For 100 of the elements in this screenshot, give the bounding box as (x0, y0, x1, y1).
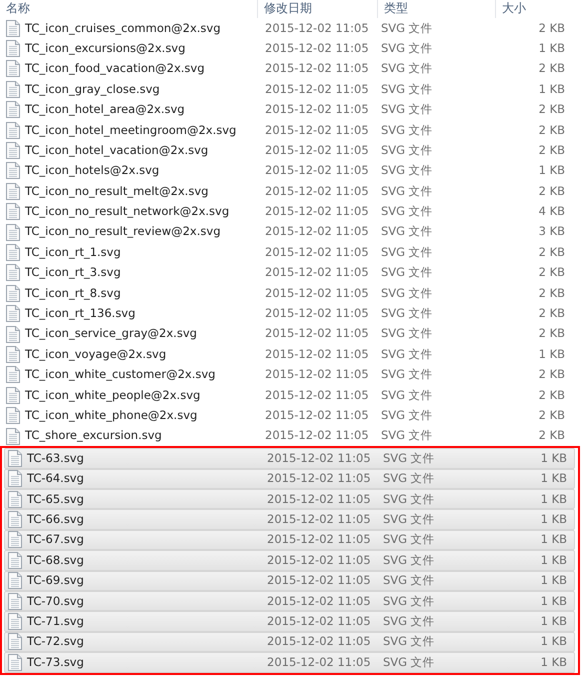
file-type: SVG 文件 (381, 406, 434, 424)
type-column-header[interactable]: 类型 (378, 0, 496, 18)
size-column-header[interactable]: 大小 (496, 0, 568, 18)
date-column-header[interactable]: 修改日期 (258, 0, 378, 18)
file-row[interactable]: TC_icon_no_result_network@2x.svg 2015-12-02 11:05 SVG 文件 4 KB (2, 202, 578, 222)
file-type: SVG 文件 (381, 142, 434, 159)
file-row[interactable]: TC_icon_hotel_vacation@2x.svg 2015-12-02 11:05 SVG 文件 2 KB (2, 140, 578, 161)
file-name: TC_icon_service_gray@2x.svg (25, 325, 197, 342)
file-row[interactable]: TC_icon_hotel_meetingroom@2x.svg 2015-12-02 11:05 SVG 文件 2 KB (2, 120, 578, 140)
file-type: SVG 文件 (383, 572, 436, 590)
file-type: SVG 文件 (381, 80, 434, 98)
file-size: 1 KB (538, 80, 566, 98)
file-type: SVG 文件 (383, 470, 436, 488)
file-row[interactable]: TC-67.svg 2015-12-02 11:05 SVG 文件 1 KB (4, 530, 575, 550)
file-name: TC_icon_white_phone@2x.svg (25, 406, 198, 424)
file-size: 1 KB (540, 552, 568, 569)
file-row[interactable]: TC-73.svg 2015-12-02 11:05 SVG 文件 1 KB (4, 652, 575, 672)
document-icon (8, 613, 22, 630)
file-row[interactable]: TC-65.svg 2015-12-02 11:05 SVG 文件 1 KB (4, 488, 575, 510)
file-row[interactable]: TC-64.svg 2015-12-02 11:05 SVG 文件 1 KB (4, 468, 575, 489)
modified-date: 2015-12-02 11:05 (266, 633, 372, 650)
file-row[interactable]: TC_icon_service_gray@2x.svg 2015-12-02 11:05 SVG 文件 2 KB (2, 324, 578, 344)
file-row[interactable]: TC_icon_rt_136.svg 2015-12-02 11:05 SVG 文件 2 KB (2, 303, 578, 324)
file-type: SVG 文件 (383, 654, 436, 671)
file-size: 1 KB (540, 490, 568, 508)
file-row[interactable]: TC_icon_white_phone@2x.svg 2015-12-02 11:05 SVG 文件 2 KB (2, 405, 578, 426)
file-type: SVG 文件 (381, 325, 434, 342)
file-row[interactable]: TC_icon_food_vacation@2x.svg 2015-12-02 11:05 SVG 文件 2 KB (2, 58, 578, 80)
file-row[interactable]: TC_icon_no_result_melt@2x.svg 2015-12-02 11:05 SVG 文件 2 KB (2, 181, 578, 202)
name-column-header[interactable]: 名称 (0, 0, 258, 18)
file-type: SVG 文件 (381, 40, 434, 57)
file-name: TC-64.svg (27, 470, 84, 488)
file-row[interactable]: TC-68.svg 2015-12-02 11:05 SVG 文件 1 KB (4, 550, 575, 571)
file-type: SVG 文件 (381, 182, 434, 200)
document-icon (8, 531, 22, 548)
file-name: TC_icon_rt_3.svg (25, 264, 121, 282)
modified-date: 2015-12-02 11:05 (266, 612, 372, 630)
file-row[interactable]: TC-66.svg 2015-12-02 11:05 SVG 文件 1 KB (4, 509, 575, 530)
file-type: SVG 文件 (383, 531, 436, 548)
file-row[interactable]: TC-72.svg 2015-12-02 11:05 SVG 文件 1 KB (4, 632, 575, 652)
file-type: SVG 文件 (381, 20, 434, 37)
file-type: SVG 文件 (381, 203, 434, 220)
file-row[interactable]: TC_icon_white_customer@2x.svg 2015-12-02 11:05 SVG 文件 2 KB (2, 364, 578, 386)
file-row[interactable]: TC_shore_excursion.svg 2015-12-02 11:05 SVG 文件 2 KB (2, 426, 578, 446)
file-row[interactable]: TC_icon_excursions@2x.svg 2015-12-02 11:05 SVG 文件 1 KB (2, 38, 578, 59)
file-row[interactable]: TC-71.svg 2015-12-02 11:05 SVG 文件 1 KB (4, 611, 575, 632)
file-size: 2 KB (538, 325, 566, 342)
file-name: TC-71.svg (27, 612, 84, 630)
file-name: TC_icon_white_people@2x.svg (25, 386, 200, 404)
file-row[interactable]: TC_icon_rt_3.svg 2015-12-02 11:05 SVG 文件 2 KB (2, 262, 578, 284)
file-name: TC-65.svg (27, 490, 84, 508)
file-size: 2 KB (538, 284, 566, 302)
file-row[interactable]: TC_icon_hotel_area@2x.svg 2015-12-02 11:05 SVG 文件 2 KB (2, 100, 578, 120)
document-icon (6, 203, 20, 220)
file-size: 2 KB (538, 182, 566, 200)
document-icon (8, 450, 22, 467)
modified-date: 2015-12-02 11:05 (264, 325, 370, 342)
file-name: TC_icon_gray_close.svg (25, 80, 160, 98)
document-icon (6, 40, 20, 58)
file-name: TC_icon_no_result_melt@2x.svg (25, 182, 208, 200)
modified-date: 2015-12-02 11:05 (266, 450, 372, 467)
file-row[interactable]: TC_icon_no_result_review@2x.svg 2015-12-02 11:05 SVG 文件 3 KB (2, 222, 578, 242)
document-icon (8, 490, 22, 508)
file-row[interactable]: TC-69.svg 2015-12-02 11:05 SVG 文件 1 KB (4, 570, 575, 591)
modified-date: 2015-12-02 11:05 (264, 284, 370, 302)
file-name: TC-73.svg (27, 654, 84, 671)
file-type: SVG 文件 (383, 612, 436, 630)
file-row[interactable]: TC-63.svg 2015-12-02 11:05 SVG 文件 1 KB (4, 448, 575, 469)
document-icon (8, 592, 22, 610)
file-size: 1 KB (540, 633, 568, 650)
modified-date: 2015-12-02 11:05 (266, 470, 372, 488)
file-size: 2 KB (538, 60, 566, 78)
file-size: 2 KB (538, 406, 566, 424)
file-row[interactable]: TC_icon_cruises_common@2x.svg 2015-12-02 11:05 SVG 文件 2 KB (2, 18, 578, 38)
file-type: SVG 文件 (381, 244, 434, 261)
file-row[interactable]: TC_icon_rt_1.svg 2015-12-02 11:05 SVG 文件 2 KB (2, 242, 578, 263)
file-size: 1 KB (540, 470, 568, 488)
document-icon (6, 326, 20, 343)
file-name: TC_icon_hotels@2x.svg (25, 162, 160, 180)
modified-date: 2015-12-02 11:05 (266, 572, 372, 590)
file-row[interactable]: TC_icon_voyage@2x.svg 2015-12-02 11:05 SVG 文件 1 KB (2, 344, 578, 365)
file-name: TC_icon_hotel_meetingroom@2x.svg (25, 122, 236, 139)
modified-date: 2015-12-02 11:05 (264, 366, 370, 384)
file-type: SVG 文件 (381, 223, 434, 240)
file-row[interactable]: TC_icon_rt_8.svg 2015-12-02 11:05 SVG 文件 2 KB (2, 283, 578, 304)
modified-date: 2015-12-02 11:05 (266, 531, 372, 548)
document-icon (8, 470, 22, 488)
modified-date: 2015-12-02 11:05 (266, 592, 372, 610)
file-row[interactable]: TC_icon_gray_close.svg 2015-12-02 11:05 SVG 文件 1 KB (2, 79, 578, 100)
file-type: SVG 文件 (381, 305, 434, 322)
file-name: TC_icon_hotel_vacation@2x.svg (25, 142, 208, 159)
file-row[interactable]: TC_icon_white_people@2x.svg 2015-12-02 11:05 SVG 文件 2 KB (2, 385, 578, 406)
file-row[interactable]: TC-70.svg 2015-12-02 11:05 SVG 文件 1 KB (4, 590, 575, 612)
file-size: 3 KB (538, 223, 566, 240)
document-icon (6, 366, 20, 384)
file-name: TC_icon_food_vacation@2x.svg (25, 60, 205, 78)
file-name: TC-67.svg (27, 531, 84, 548)
file-row[interactable]: TC_icon_hotels@2x.svg 2015-12-02 11:05 SVG 文件 1 KB (2, 160, 578, 182)
file-name: TC-63.svg (27, 450, 84, 467)
file-size: 2 KB (538, 20, 566, 37)
